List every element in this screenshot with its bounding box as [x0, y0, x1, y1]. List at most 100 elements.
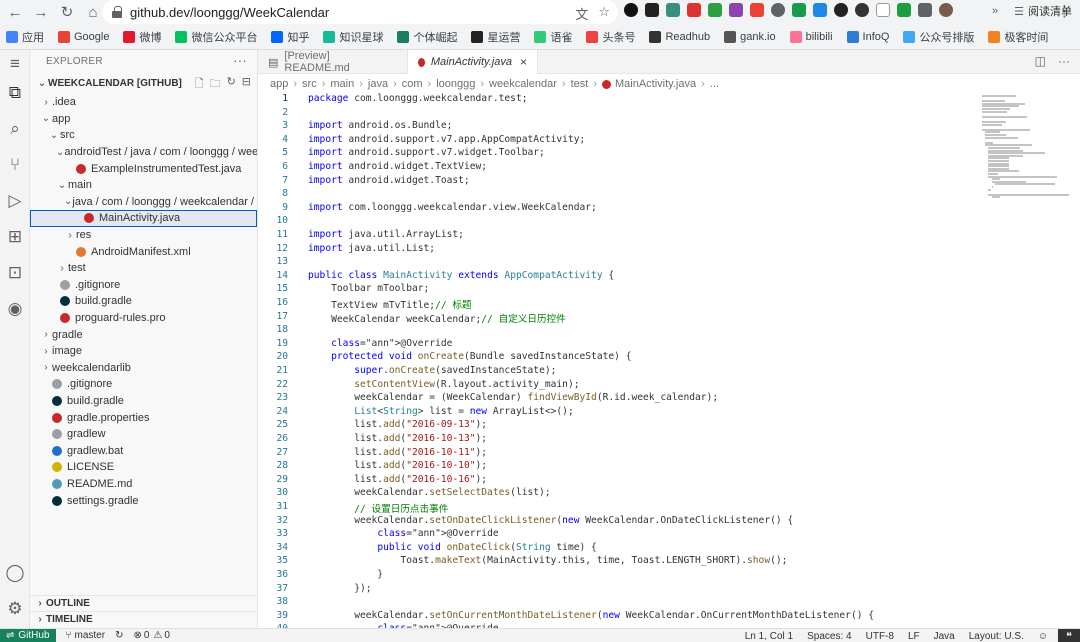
- explorer-icon[interactable]: ⧉: [5, 83, 25, 103]
- tab-mainactivity[interactable]: MainActivity.java ×: [408, 50, 538, 74]
- code-line[interactable]: 31 // 设置日历点击事件: [258, 501, 1080, 515]
- source-control-icon[interactable]: ⑂: [5, 155, 25, 175]
- code-line[interactable]: 33 class="ann">@Override: [258, 528, 1080, 542]
- extension-icon[interactable]: [813, 3, 827, 17]
- code-line[interactable]: 34 public void onDateClick(String time) …: [258, 542, 1080, 556]
- file-tree-item[interactable]: AndroidManifest.xml: [30, 243, 257, 260]
- extension-icon[interactable]: [666, 3, 680, 17]
- back-icon[interactable]: ←: [4, 1, 26, 23]
- file-tree-item[interactable]: ⌄ src: [30, 127, 257, 144]
- extension-icon[interactable]: [729, 3, 743, 17]
- breadcrumb-item[interactable]: weekcalendar: [489, 78, 557, 90]
- extension-icon[interactable]: [771, 3, 785, 17]
- translate-icon[interactable]: 文: [575, 4, 588, 23]
- outline-section[interactable]: › OUTLINE: [30, 595, 258, 611]
- code-line[interactable]: 14 public class MainActivity extends AppC…: [258, 270, 1080, 284]
- code-line[interactable]: 7 import android.widget.Toast;: [258, 175, 1080, 189]
- code-line[interactable]: 18: [258, 324, 1080, 338]
- code-line[interactable]: 21 super.onCreate(savedInstanceState);: [258, 365, 1080, 379]
- bookmark-item[interactable]: 知乎: [271, 29, 309, 45]
- extension-icon[interactable]: [876, 3, 890, 17]
- avatar[interactable]: [939, 3, 953, 17]
- extension-icon[interactable]: [897, 3, 911, 17]
- github-icon[interactable]: ◉: [5, 299, 25, 319]
- reading-list-button[interactable]: 阅读清单: [1028, 3, 1072, 19]
- extensions-icon[interactable]: ⊞: [5, 227, 25, 247]
- sync-icon[interactable]: ↻: [115, 630, 123, 641]
- close-icon[interactable]: ×: [520, 55, 527, 69]
- file-tree-item[interactable]: settings.gradle: [30, 492, 257, 509]
- collapse-all-icon[interactable]: ⊟: [242, 75, 251, 94]
- breadcrumb-item[interactable]: app: [270, 78, 288, 90]
- address-bar[interactable]: github.dev/loonggg/WeekCalendar 文 ☆: [102, 0, 618, 24]
- code-line[interactable]: 1 package com.loonggg.weekcalendar.test;: [258, 93, 1080, 107]
- search-icon[interactable]: ⌕: [5, 119, 25, 139]
- code-line[interactable]: 28 list.add("2016-10-10");: [258, 460, 1080, 474]
- code-line[interactable]: 26 list.add("2016-10-13");: [258, 433, 1080, 447]
- account-icon[interactable]: ◯: [5, 563, 25, 583]
- run-debug-icon[interactable]: ▷: [5, 191, 25, 211]
- forward-icon[interactable]: →: [30, 1, 52, 23]
- gear-icon[interactable]: ⚙: [5, 599, 25, 619]
- code-line[interactable]: 10: [258, 215, 1080, 229]
- breadcrumb-item[interactable]: ...: [710, 78, 719, 90]
- bookmark-item[interactable]: Google: [58, 31, 109, 43]
- code-line[interactable]: 13: [258, 256, 1080, 270]
- file-tree-item[interactable]: MainActivity.java: [30, 210, 257, 227]
- code-line[interactable]: 3 import android.os.Bundle;: [258, 120, 1080, 134]
- code-line[interactable]: 38: [258, 596, 1080, 610]
- bookmark-item[interactable]: 微信公众平台: [175, 29, 257, 45]
- breadcrumb-item[interactable]: test: [571, 78, 589, 90]
- timeline-section[interactable]: › TIMELINE: [30, 611, 258, 627]
- code-line[interactable]: 25 list.add("2016-09-13");: [258, 419, 1080, 433]
- code-line[interactable]: 27 list.add("2016-10-11");: [258, 447, 1080, 461]
- split-editor-icon[interactable]: ◫: [1035, 54, 1046, 68]
- breadcrumb-item[interactable]: MainActivity.java: [615, 78, 696, 90]
- bookmark-item[interactable]: 应用: [6, 29, 44, 45]
- bookmark-item[interactable]: InfoQ: [846, 31, 889, 43]
- file-tree-item[interactable]: ⌄ androidTest / java / com / loonggg / we…: [30, 144, 257, 161]
- code-line[interactable]: 4 import android.support.v7.app.AppCompat…: [258, 134, 1080, 148]
- breadcrumb-item[interactable]: src: [302, 78, 317, 90]
- code-line[interactable]: 8: [258, 188, 1080, 202]
- breadcrumb-item[interactable]: loonggg: [436, 78, 475, 90]
- language-mode[interactable]: Java: [934, 631, 955, 642]
- code-editor[interactable]: 1 package com.loonggg.weekcalendar.test; 2…: [258, 93, 1080, 628]
- code-line[interactable]: 17 WeekCalendar weekCalendar;// 自定义日历控件: [258, 311, 1080, 325]
- bookmark-item[interactable]: Readhub: [649, 31, 710, 43]
- bookmark-item[interactable]: 微博: [123, 29, 161, 45]
- file-tree-item[interactable]: .gitignore: [30, 376, 257, 393]
- keyboard-layout[interactable]: Layout: U.S.: [969, 631, 1024, 642]
- code-line[interactable]: 2: [258, 107, 1080, 121]
- file-tree-item[interactable]: ⌄ main: [30, 177, 257, 194]
- file-tree-item[interactable]: build.gradle: [30, 393, 257, 410]
- indentation[interactable]: Spaces: 4: [807, 631, 851, 642]
- bookmarks-overflow-icon[interactable]: »: [992, 5, 998, 17]
- new-folder-icon[interactable]: 🗀: [210, 75, 221, 94]
- menu-icon[interactable]: ≡: [5, 54, 25, 74]
- breadcrumb-item[interactable]: main: [330, 78, 354, 90]
- bookmark-item[interactable]: 头条号: [586, 29, 635, 45]
- more-actions-icon[interactable]: ···: [1058, 54, 1070, 68]
- code-line[interactable]: 9 import com.loonggg.weekcalendar.view.We…: [258, 202, 1080, 216]
- code-line[interactable]: 24 List<String> list = new ArrayList<>()…: [258, 406, 1080, 420]
- problems-indicator[interactable]: ⊗ 0 ⚠ 0: [133, 630, 169, 641]
- cursor-position[interactable]: Ln 1, Col 1: [745, 631, 793, 642]
- bookmark-item[interactable]: 极客时间: [988, 29, 1048, 45]
- quote-icon[interactable]: ❝: [1058, 629, 1080, 642]
- reload-icon[interactable]: ↻: [56, 1, 78, 23]
- file-tree-item[interactable]: gradlew.bat: [30, 442, 257, 459]
- bookmark-item[interactable]: 星运营: [471, 29, 520, 45]
- breadcrumb-item[interactable]: java: [368, 78, 388, 90]
- extension-icon[interactable]: [834, 3, 848, 17]
- branch-indicator[interactable]: ⑂ master: [66, 630, 106, 641]
- code-line[interactable]: 12 import java.util.List;: [258, 243, 1080, 257]
- code-line[interactable]: 15 Toolbar mToolbar;: [258, 283, 1080, 297]
- code-line[interactable]: 6 import android.widget.TextView;: [258, 161, 1080, 175]
- encoding[interactable]: UTF-8: [866, 631, 894, 642]
- file-tree-item[interactable]: .gitignore: [30, 277, 257, 294]
- file-tree-item[interactable]: ExampleInstrumentedTest.java: [30, 160, 257, 177]
- code-line[interactable]: 23 weekCalendar = (WeekCalendar) findVie…: [258, 392, 1080, 406]
- breadcrumb-item[interactable]: com: [402, 78, 423, 90]
- extension-icon[interactable]: [624, 3, 638, 17]
